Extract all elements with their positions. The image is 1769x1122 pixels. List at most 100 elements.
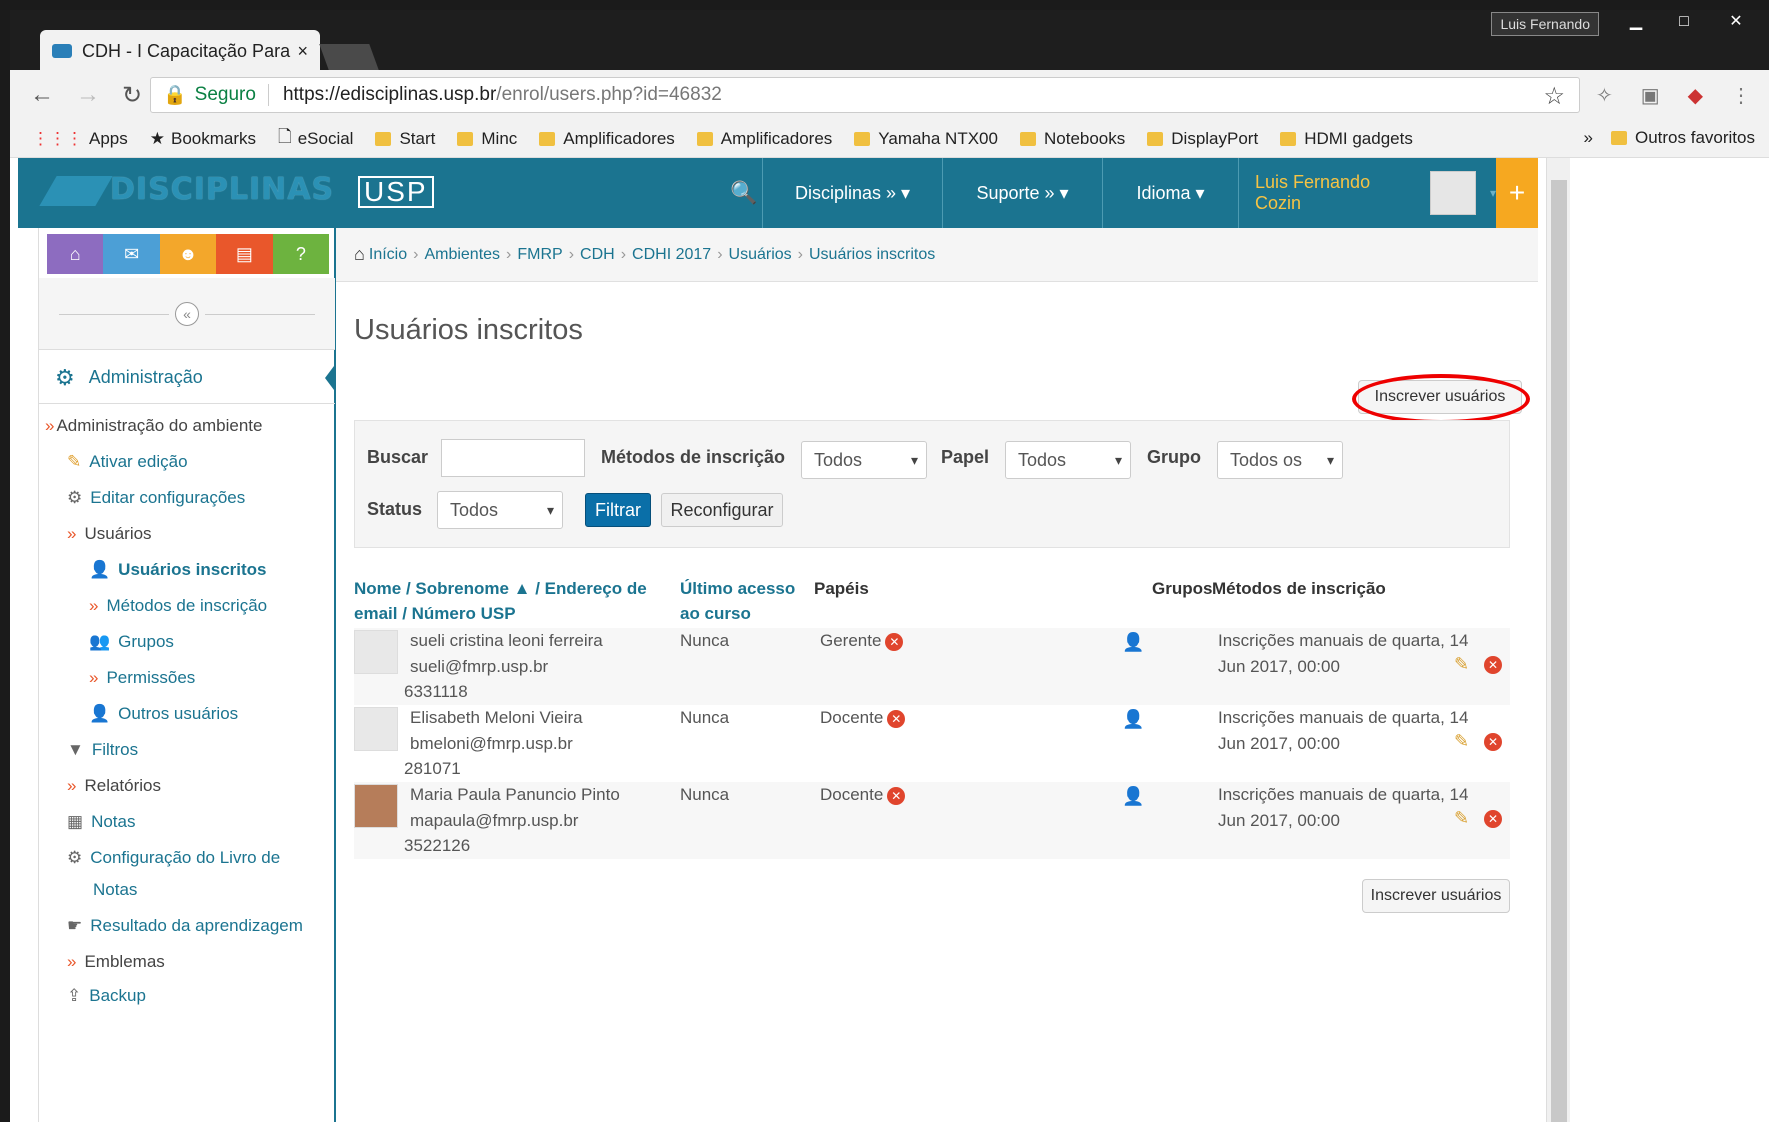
users-icon[interactable]: ☻ [159, 234, 217, 274]
collapse-icon[interactable]: « [175, 301, 199, 326]
breadcrumb-item-current[interactable]: Usuários inscritos [809, 246, 935, 264]
breadcrumb-item[interactable]: Ambientes [424, 246, 500, 264]
other-bookmarks[interactable]: Outros favoritos [1611, 128, 1755, 148]
nav-course-admin[interactable]: » Administração do ambiente [45, 416, 262, 436]
tab-close-icon[interactable]: × [297, 41, 308, 62]
col-access-header[interactable]: Último acesso ao curso [680, 576, 795, 626]
bookmark-bookmarks[interactable]: ★ Bookmarks [150, 129, 256, 149]
bookmark-folder[interactable]: Yamaha NTX00 [854, 129, 998, 149]
nav-grades[interactable]: ▦ Notas [67, 812, 135, 832]
lock-icon: 🔒 [163, 85, 187, 106]
admin-block-title[interactable]: ⚙ Administração [39, 352, 335, 404]
maximize-icon[interactable]: □ [1661, 10, 1707, 36]
breadcrumb-item[interactable]: CDH [580, 246, 615, 264]
status-select[interactable]: Todos [437, 491, 563, 529]
nav-filters[interactable]: ▼ Filtros [67, 740, 138, 760]
remove-role-icon[interactable]: ✕ [885, 632, 904, 651]
nav-permissions[interactable]: » Permissões [89, 668, 195, 688]
nav-groups[interactable]: 👥 Grupos [89, 632, 174, 652]
methods-select[interactable]: Todos [801, 441, 927, 479]
filter-button[interactable]: Filtrar [585, 493, 651, 527]
usp-logo[interactable]: USP [358, 176, 434, 208]
dropbox-icon[interactable]: ✧ [1596, 83, 1613, 108]
mail-icon[interactable]: ✉ [103, 234, 160, 274]
unenrol-icon[interactable]: ✕ [1484, 733, 1502, 751]
add-group-icon[interactable]: 👤 [1122, 709, 1144, 730]
nav-enrolled-users[interactable]: 👤 Usuários inscritos [89, 560, 267, 580]
bookmark-apps[interactable]: ⋮⋮⋮ Apps [32, 129, 128, 149]
unenrol-icon[interactable]: ✕ [1484, 810, 1502, 828]
scrollbar-thumb[interactable] [1551, 180, 1567, 1122]
col-name-header[interactable]: Nome / Sobrenome ▲ / Endereço de email /… [354, 576, 647, 626]
role-select[interactable]: Todos [1005, 441, 1131, 479]
home-icon[interactable]: ⌂ [47, 234, 104, 274]
menu-idioma[interactable]: Idioma ▾ [1102, 158, 1238, 228]
close-window-icon[interactable]: ✕ [1713, 10, 1759, 36]
nav-badges[interactable]: » Emblemas [67, 952, 165, 972]
add-block-button[interactable]: + [1496, 158, 1538, 228]
user-name[interactable]: sueli cristina leoni ferreira [410, 628, 603, 653]
unenrol-icon[interactable]: ✕ [1484, 656, 1502, 674]
user-menu[interactable]: Luis Fernando Cozin ▾ [1238, 158, 1496, 228]
breadcrumb-item[interactable]: Início [369, 246, 407, 264]
nav-backup[interactable]: ⇪ Backup [67, 986, 146, 1006]
add-group-icon[interactable]: 👤 [1122, 786, 1144, 807]
bookmark-folder[interactable]: Notebooks [1019, 129, 1125, 149]
home-icon[interactable]: ⌂ [354, 244, 365, 265]
nav-reports[interactable]: » Relatórios [67, 776, 161, 796]
forward-icon[interactable]: → [76, 81, 100, 109]
group-select[interactable]: Todos os [1217, 441, 1343, 479]
user-name[interactable]: Maria Paula Panuncio Pinto [410, 782, 620, 807]
edit-enrolment-icon[interactable]: ✎ [1454, 654, 1469, 675]
page-scrollbar[interactable] [1546, 158, 1570, 1122]
nav-gradebook-setup-cont[interactable]: Notas [93, 880, 137, 900]
site-logo[interactable]: DISCIPLINAS [48, 172, 334, 207]
bookmarks-overflow-button[interactable]: » [1584, 128, 1593, 148]
extension-icon[interactable]: ▣ [1641, 83, 1660, 108]
menu-icon[interactable]: ⋮ [1731, 83, 1751, 108]
profile-badge[interactable]: Luis Fernando [1491, 12, 1599, 36]
bookmark-folder[interactable]: Start [375, 129, 435, 149]
search-icon[interactable]: 🔍 [730, 180, 757, 206]
search-input[interactable] [441, 439, 585, 477]
bookmark-folder[interactable]: DisplayPort [1147, 129, 1258, 149]
user-name[interactable]: Elisabeth Meloni Vieira [410, 705, 583, 730]
new-tab-button[interactable] [319, 44, 379, 70]
edit-enrolment-icon[interactable]: ✎ [1454, 808, 1469, 829]
nav-gradebook-setup[interactable]: ⚙ Configuração do Livro de [67, 848, 280, 868]
nav-edit-settings[interactable]: ⚙ Editar configurações [67, 488, 245, 508]
bookmark-esocial[interactable]: 🗋 eSocial [278, 124, 353, 153]
reset-button[interactable]: Reconfigurar [661, 493, 783, 527]
breadcrumb-item[interactable]: Usuários [729, 246, 792, 264]
help-icon[interactable]: ? [272, 234, 330, 274]
breadcrumb-item[interactable]: FMRP [517, 246, 562, 264]
reload-icon[interactable]: ↻ [122, 81, 142, 110]
file-icon[interactable]: ▤ [216, 234, 273, 274]
bookmark-folder[interactable]: Minc [457, 129, 517, 149]
breadcrumb-item[interactable]: CDHI 2017 [632, 246, 711, 264]
bookmark-folder[interactable]: Amplificadores [696, 129, 832, 149]
nav-users[interactable]: » Usuários [67, 524, 152, 544]
menu-suporte[interactable]: Suporte » ▾ [942, 158, 1102, 228]
bookmark-star-icon[interactable]: ☆ [1543, 82, 1565, 111]
extension-color-icon[interactable]: ◆ [1688, 83, 1703, 108]
bookmark-folder[interactable]: Amplificadores [539, 129, 675, 149]
avatar[interactable] [354, 784, 398, 828]
menu-disciplinas[interactable]: Disciplinas » ▾ [762, 158, 942, 228]
url-bar[interactable]: 🔒 Seguro https://edisciplinas.usp.br /en… [150, 77, 1580, 113]
browser-tab[interactable]: CDH - I Capacitação Para × [40, 30, 320, 72]
avatar[interactable] [354, 707, 398, 751]
back-icon[interactable]: ← [30, 81, 54, 109]
remove-role-icon[interactable]: ✕ [887, 709, 906, 728]
nav-outcomes[interactable]: ☛ Resultado da aprendizagem [67, 916, 303, 936]
minimize-icon[interactable]: ▁ [1613, 10, 1659, 36]
avatar[interactable] [354, 630, 398, 674]
nav-turn-editing-on[interactable]: ✎ Ativar edição [67, 452, 188, 472]
enrol-users-button-bottom[interactable]: Inscrever usuários [1362, 879, 1510, 913]
add-group-icon[interactable]: 👤 [1122, 632, 1144, 653]
remove-role-icon[interactable]: ✕ [887, 786, 906, 805]
nav-enrolment-methods[interactable]: » Métodos de inscrição [89, 596, 267, 616]
bookmark-folder[interactable]: HDMI gadgets [1280, 129, 1413, 149]
nav-other-users[interactable]: 👤 Outros usuários [89, 704, 238, 724]
edit-enrolment-icon[interactable]: ✎ [1454, 731, 1469, 752]
